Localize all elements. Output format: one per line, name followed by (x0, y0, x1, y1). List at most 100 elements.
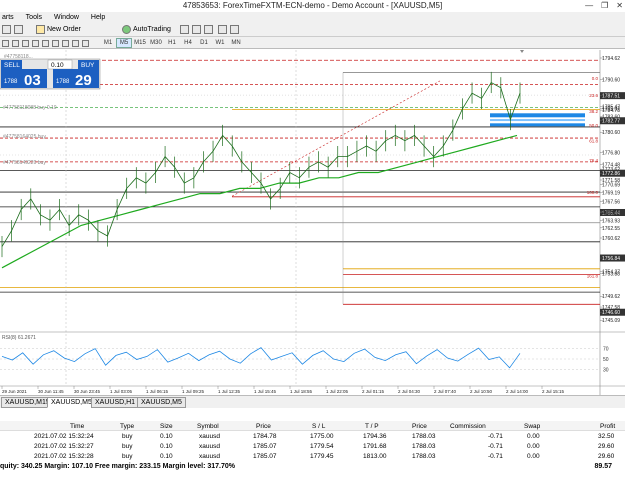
chart-type-bar-icon[interactable] (180, 24, 191, 35)
time-axis-label: 2 Jul 07:40 (434, 389, 457, 394)
auto-trading-icon (122, 25, 131, 34)
new-chart-icon[interactable] (2, 24, 13, 35)
price-axis-label: 1753.88 (602, 272, 620, 278)
trendline-icon[interactable] (42, 38, 51, 49)
one-click-trading-panel: SELL 1788 03 0.10 BUY 1788 29 (0, 58, 101, 90)
buy-price-big: 29 (75, 72, 92, 89)
zoom-out-icon[interactable] (230, 24, 241, 35)
trade-row[interactable]: 2021.07.02 15:32:28 buy 0.10 xauusd 1785.07 1… (0, 452, 625, 462)
horizontal-line-icon[interactable] (32, 38, 41, 49)
trade-zone-bar (490, 119, 585, 122)
time-axis-label: 29 Jun 2021 (2, 389, 27, 394)
buy-price-small: 1788 (56, 79, 70, 85)
col-sl[interactable]: S / L (312, 423, 325, 430)
maximize-button[interactable]: ❐ (601, 1, 608, 10)
trade-cell: -0.71 (488, 433, 503, 440)
fib-level-label: 23.6 (589, 93, 598, 98)
trade-cell: 1791.68 (363, 443, 387, 450)
account-balance-text: quity: 340.25 Margin: 107.10 Free margin… (0, 463, 235, 470)
price-axis-label: 1772.86 (602, 171, 620, 177)
price-axis-label: 1756.84 (602, 256, 620, 262)
menu-help[interactable]: Help (89, 14, 107, 21)
price-chart[interactable]: 0.0 23.6 38.2 50.0 61.8 76.4 100.0 161.8 1794.6… (0, 50, 625, 395)
text-tool-icon[interactable] (72, 38, 81, 49)
new-order-button[interactable]: New Order (36, 24, 81, 35)
time-axis-label: 30 Jun 11:45 (38, 389, 64, 394)
fib-level-label: 50.0 (589, 123, 598, 128)
timeframe-m15[interactable]: M15 (132, 38, 148, 48)
price-axis-label: 1749.62 (602, 294, 620, 300)
price-axis-label: 1762.55 (602, 226, 620, 232)
price-axis-label: 1745.09 (602, 318, 620, 324)
channel-icon[interactable] (52, 38, 61, 49)
standard-toolbar: New Order AutoTrading (0, 22, 625, 37)
trade-zone-bar (490, 113, 585, 118)
menu-tools[interactable]: Tools (24, 14, 44, 21)
chart-type-candle-icon[interactable] (192, 24, 203, 35)
col-type[interactable]: Type (120, 423, 134, 430)
mt4-window: 47853653: ForexTimeFXTM-ECN-demo - Demo … (0, 0, 625, 479)
trade-cell: -0.71 (488, 453, 503, 460)
trade-row[interactable]: 2021.07.02 15:32:24 buy 0.10 xauusd 1784.78 1… (0, 432, 625, 442)
time-axis-label: 2 Jul 15:15 (542, 389, 565, 394)
new-order-icon (36, 25, 45, 34)
price-axis-label: 1784.78 (602, 108, 620, 114)
chart-tab[interactable]: XAUUSD,M15 (1, 397, 54, 408)
cursor-icon[interactable] (2, 38, 11, 49)
trade-cell: 0.00 (527, 443, 540, 450)
sell-label: SELL (4, 62, 20, 69)
title-bar: 47853653: ForexTimeFXTM-ECN-demo - Demo … (0, 0, 625, 12)
chart-tab-active[interactable]: XAUUSD,M5 (47, 397, 96, 408)
trade-cell: 1813.00 (363, 453, 387, 460)
menu-window[interactable]: Window (52, 14, 81, 21)
timeframe-m30[interactable]: M30 (148, 38, 164, 48)
timeframe-m1[interactable]: M1 (100, 38, 116, 48)
zoom-in-icon[interactable] (218, 24, 229, 35)
price-axis-label: 1794.62 (602, 56, 620, 62)
trade-zone-bar (490, 123, 585, 127)
col-commission[interactable]: Commission (450, 423, 486, 430)
menu-charts[interactable]: arts (0, 14, 16, 21)
timeframe-d1[interactable]: D1 (196, 38, 212, 48)
chart-tab[interactable]: XAUUSD,H1 (91, 397, 140, 408)
trade-row[interactable]: 2021.07.02 15:32:27 buy 0.10 xauusd 1785.07 1… (0, 442, 625, 452)
trade-cell: buy (122, 443, 133, 450)
time-axis-label: 1 Jul 22:05 (326, 389, 349, 394)
fib-level-label: 100.0 (587, 190, 599, 195)
col-size[interactable]: Size (160, 423, 173, 430)
timeframe-h4[interactable]: H4 (180, 38, 196, 48)
col-profit[interactable]: Profit (600, 423, 615, 430)
trade-cell: 1794.36 (363, 433, 387, 440)
sell-price-big: 03 (24, 72, 41, 89)
col-price[interactable]: Price (256, 423, 271, 430)
crosshair-icon[interactable] (12, 38, 21, 49)
timeframe-h1[interactable]: H1 (164, 38, 180, 48)
rsi-level-label: 70 (603, 347, 609, 353)
timeframe-w1[interactable]: W1 (212, 38, 228, 48)
trade-cell: 1788.03 (412, 433, 436, 440)
fib-level-label: 161.8 (587, 273, 599, 278)
timeframe-m5[interactable]: M5 (116, 38, 132, 48)
trade-cell: 32.50 (598, 433, 615, 440)
arrow-tool-icon[interactable] (82, 38, 91, 49)
chart-tab[interactable]: XAUUSD,M5 (137, 397, 186, 408)
price-axis-label: 1790.60 (602, 77, 620, 83)
close-button[interactable]: ✕ (616, 1, 623, 10)
chart-type-line-icon[interactable] (204, 24, 215, 35)
minimize-button[interactable]: — (585, 1, 593, 10)
vertical-line-icon[interactable] (22, 38, 31, 49)
trade-cell: 1785.07 (253, 453, 277, 460)
time-axis-label: 2 Jul 14:00 (506, 389, 529, 394)
fibonacci-icon[interactable] (62, 38, 71, 49)
col-current-price[interactable]: Price (412, 423, 427, 430)
col-time[interactable]: Time (70, 423, 84, 430)
col-swap[interactable]: Swap (524, 423, 540, 430)
price-axis-label: 1767.56 (602, 199, 620, 205)
timeframe-mn[interactable]: MN (228, 38, 244, 48)
col-tp[interactable]: T / P (365, 423, 379, 430)
profiles-icon[interactable] (14, 24, 25, 35)
trade-cell: 2021.07.02 15:32:27 (34, 443, 94, 450)
fib-level-label: 38.2 (589, 109, 598, 114)
col-symbol[interactable]: Symbol (197, 423, 219, 430)
auto-trading-button[interactable]: AutoTrading (122, 24, 171, 35)
